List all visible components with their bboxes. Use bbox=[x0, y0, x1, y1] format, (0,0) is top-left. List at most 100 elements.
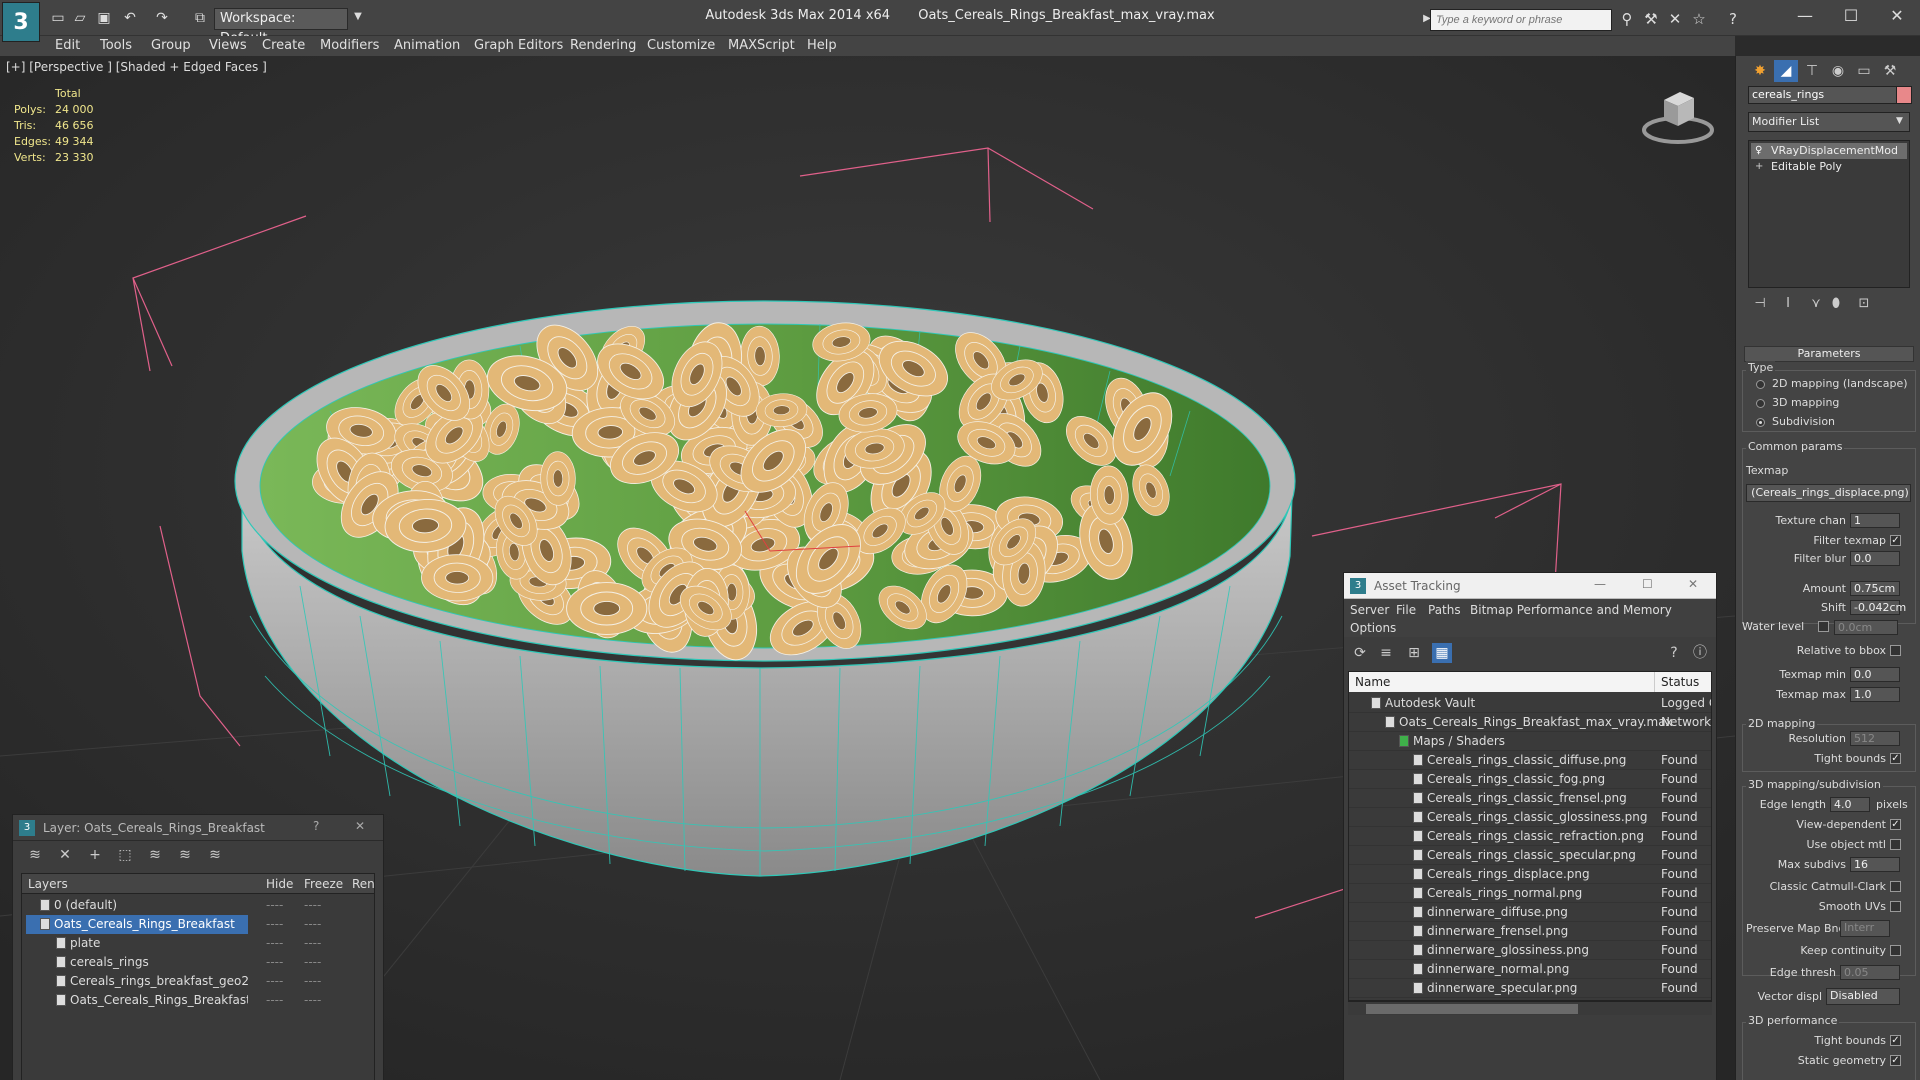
menu-group[interactable]: Group bbox=[151, 36, 191, 56]
refresh-icon[interactable]: ⟳ bbox=[1350, 643, 1370, 663]
menu-edit[interactable]: Edit bbox=[55, 36, 80, 56]
minimize-icon[interactable]: — bbox=[1782, 0, 1828, 32]
chevron-down-icon[interactable]: ▼ bbox=[348, 7, 368, 27]
radio-subdivision[interactable] bbox=[1756, 418, 1765, 427]
create-tab-icon[interactable]: ✸ bbox=[1748, 60, 1772, 82]
water-level-checkbox[interactable] bbox=[1818, 621, 1829, 632]
subscription-icon[interactable]: ⚒ bbox=[1640, 8, 1662, 30]
expand-icon[interactable]: + bbox=[1755, 161, 1763, 172]
parameters-rollout[interactable]: Parameters bbox=[1744, 346, 1914, 362]
menu-rendering[interactable]: Rendering bbox=[570, 36, 636, 56]
hide-toggle[interactable]: ---- bbox=[266, 991, 283, 1010]
viewport-label[interactable]: [+] [Perspective ] [Shaded + Edged Faces… bbox=[6, 60, 267, 74]
layer-list[interactable]: Layers Hide Freeze Ren 0 (default) ---- --… bbox=[21, 873, 375, 1080]
hide-all-icon[interactable]: ≋ bbox=[175, 845, 195, 865]
layer-row[interactable]: Oats_Cereals_Rings_Breakfast bbox=[26, 991, 248, 1010]
static-geometry-checkbox[interactable]: ✓ bbox=[1890, 1055, 1901, 1066]
col-name[interactable]: Name bbox=[1349, 672, 1655, 692]
modifier-stack[interactable]: VRayDisplacementMod ♀ Editable Poly + bbox=[1748, 140, 1910, 288]
lightbulb-icon[interactable]: ♀ bbox=[1755, 145, 1762, 156]
layer-row[interactable]: Cereals_rings_breakfast_geo2 bbox=[26, 972, 248, 991]
menu-help[interactable]: Help bbox=[807, 36, 837, 56]
info-icon[interactable]: ⓘ bbox=[1690, 643, 1710, 663]
select-objects-icon[interactable]: ⬚ bbox=[115, 845, 135, 865]
menu-maxscript[interactable]: MAXScript bbox=[728, 36, 795, 56]
asset-row[interactable]: Cereals_rings_classic_specular.png bbox=[1349, 846, 1711, 865]
modify-tab-icon[interactable]: ◢ bbox=[1774, 60, 1798, 82]
binoculars-icon[interactable]: ⚲ bbox=[1616, 8, 1638, 30]
edge-length-spinner[interactable]: 4.0 bbox=[1830, 797, 1870, 812]
asset-row[interactable]: Cereals_rings_classic_diffuse.png bbox=[1349, 751, 1711, 770]
col-layers[interactable]: Layers bbox=[28, 877, 68, 891]
radio-3d-label[interactable]: 3D mapping bbox=[1772, 396, 1839, 409]
help-button[interactable]: ? bbox=[313, 819, 319, 833]
layer-row[interactable]: plate bbox=[26, 934, 248, 953]
modifier-list-dropdown[interactable]: Modifier List bbox=[1748, 112, 1910, 132]
motion-tab-icon[interactable]: ◉ bbox=[1826, 60, 1850, 82]
col-hide[interactable]: Hide bbox=[266, 877, 293, 891]
help-icon[interactable]: ? bbox=[1722, 8, 1744, 30]
max-subdivs-spinner[interactable]: 16 bbox=[1850, 857, 1900, 872]
menu-customize[interactable]: Customize bbox=[647, 36, 715, 56]
chevron-down-icon[interactable]: ▼ bbox=[1896, 116, 1903, 126]
freeze-toggle[interactable]: ---- bbox=[304, 934, 321, 953]
app-logo-icon[interactable]: 3 bbox=[2, 2, 40, 42]
asset-row[interactable]: dinnerware_glossiness.png bbox=[1349, 941, 1711, 960]
radio-2d-label[interactable]: 2D mapping (landscape) bbox=[1772, 377, 1908, 390]
asset-row[interactable]: Cereals_rings_classic_frensel.png bbox=[1349, 789, 1711, 808]
search-input[interactable] bbox=[1430, 9, 1612, 31]
vector-displ-dropdown[interactable]: Disabled bbox=[1826, 988, 1900, 1005]
menu-modifiers[interactable]: Modifiers bbox=[320, 36, 379, 56]
hide-toggle[interactable]: ---- bbox=[266, 972, 283, 991]
use-object-mtl-checkbox[interactable] bbox=[1890, 839, 1901, 850]
menu-bitmap-performance[interactable]: Bitmap Performance and Memory bbox=[1470, 603, 1672, 617]
catmull-clark-checkbox[interactable] bbox=[1890, 881, 1901, 892]
freeze-toggle[interactable]: ---- bbox=[304, 896, 321, 915]
asset-row[interactable]: dinnerware_diffuse.png bbox=[1349, 903, 1711, 922]
hide-toggle[interactable]: ---- bbox=[266, 934, 283, 953]
asset-row[interactable]: Autodesk Vault bbox=[1349, 694, 1711, 713]
asset-row[interactable]: Oats_Cereals_Rings_Breakfast_max_vray.ma… bbox=[1349, 713, 1711, 732]
col-freeze[interactable]: Freeze bbox=[304, 877, 343, 891]
close-icon[interactable]: ✕ bbox=[1688, 577, 1698, 591]
texture-chan-spinner[interactable]: 1 bbox=[1850, 513, 1900, 528]
hierarchy-tab-icon[interactable]: ⊤ bbox=[1800, 60, 1824, 82]
filter-texmap-checkbox[interactable]: ✓ bbox=[1890, 535, 1901, 546]
close-icon[interactable]: ✕ bbox=[1874, 0, 1920, 32]
resolution-spinner[interactable]: 512 bbox=[1850, 731, 1900, 746]
asset-row[interactable]: Cereals_rings_displace.png bbox=[1349, 865, 1711, 884]
perspective-viewport[interactable]: [+] [Perspective ] [Shaded + Edged Faces… bbox=[0, 56, 1735, 1080]
asset-row[interactable]: dinnerware_specular.png bbox=[1349, 979, 1711, 998]
table-view-icon[interactable]: ▦ bbox=[1432, 643, 1452, 663]
scroll-thumb[interactable] bbox=[1366, 1004, 1578, 1014]
layer-row[interactable]: cereals_rings bbox=[26, 953, 248, 972]
keep-continuity-checkbox[interactable] bbox=[1890, 945, 1901, 956]
close-button[interactable]: ✕ bbox=[355, 819, 365, 833]
freeze-toggle[interactable]: ---- bbox=[304, 991, 321, 1010]
shift-spinner[interactable]: -0.042cm bbox=[1850, 600, 1906, 615]
minimize-icon[interactable]: — bbox=[1594, 577, 1606, 591]
freeze-toggle[interactable]: ---- bbox=[304, 972, 321, 991]
asset-row[interactable]: Cereals_rings_classic_refraction.png bbox=[1349, 827, 1711, 846]
asset-dialog-title[interactable]: Asset Tracking bbox=[1344, 573, 1716, 599]
menu-graph-editors[interactable]: Graph Editors bbox=[474, 36, 563, 56]
menu-tools[interactable]: Tools bbox=[100, 36, 132, 56]
col-render[interactable]: Ren bbox=[352, 877, 375, 891]
maximize-icon[interactable]: ☐ bbox=[1642, 577, 1653, 591]
freeze-all-icon[interactable]: ≋ bbox=[205, 845, 225, 865]
tree-view-icon[interactable]: ⊞ bbox=[1404, 643, 1424, 663]
asset-row[interactable]: Cereals_rings_normal.png bbox=[1349, 884, 1711, 903]
utilities-tab-icon[interactable]: ⚒ bbox=[1878, 60, 1902, 82]
hide-toggle[interactable]: ---- bbox=[266, 896, 283, 915]
asset-row[interactable]: Maps / Shaders bbox=[1349, 732, 1711, 751]
menu-paths[interactable]: Paths bbox=[1428, 603, 1461, 617]
highlight-layer-icon[interactable]: ≋ bbox=[145, 845, 165, 865]
amount-spinner[interactable]: 0.75cm bbox=[1850, 581, 1900, 596]
asset-row[interactable]: dinnerware_frensel.png bbox=[1349, 922, 1711, 941]
list-view-icon[interactable]: ≡ bbox=[1376, 643, 1396, 663]
radio-subdivision-label[interactable]: Subdivision bbox=[1772, 415, 1835, 428]
asset-row[interactable]: dinnerware_normal.png bbox=[1349, 960, 1711, 979]
save-file-icon[interactable]: ▣ bbox=[94, 8, 114, 28]
open-file-icon[interactable]: ▱ bbox=[70, 8, 90, 28]
menu-animation[interactable]: Animation bbox=[394, 36, 460, 56]
